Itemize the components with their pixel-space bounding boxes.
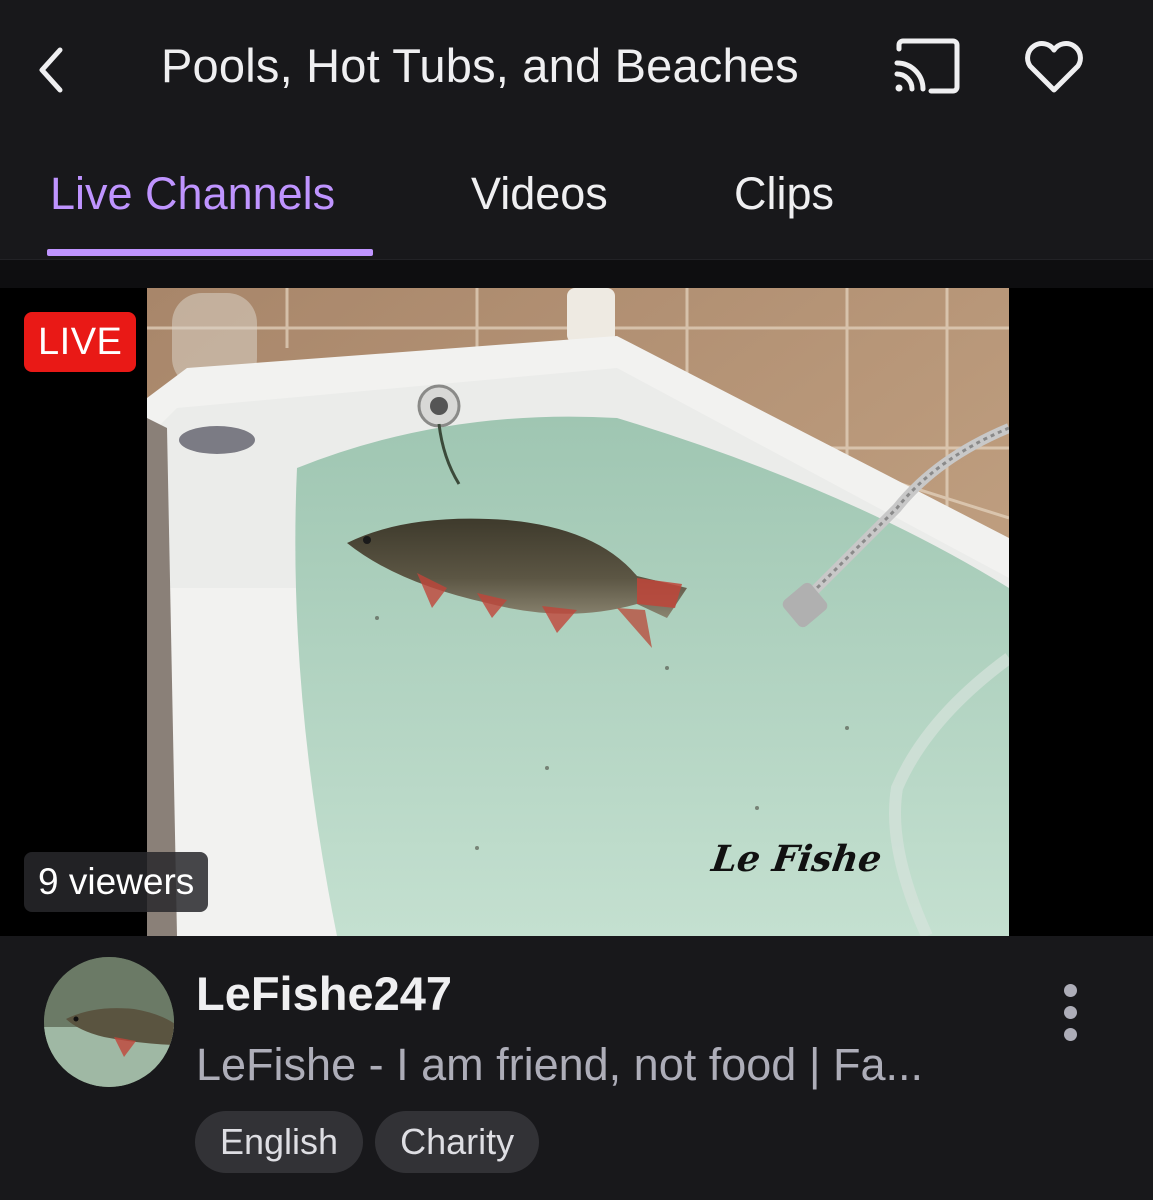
tag-english[interactable]: English [195, 1111, 364, 1173]
chevron-left-icon [39, 47, 63, 93]
stream-title[interactable]: LeFishe - I am friend, not food | Fa... [196, 1039, 1016, 1091]
tag-charity[interactable]: Charity [375, 1111, 540, 1173]
tab-live-channels[interactable]: Live Channels [50, 168, 335, 220]
stream-thumbnail: Le Fishe [147, 288, 1009, 936]
channel-avatar[interactable] [44, 957, 174, 1087]
page-title: Pools, Hot Tubs, and Beaches [161, 39, 799, 92]
more-vertical-icon [1063, 983, 1077, 997]
channel-name[interactable]: LeFishe247 [196, 966, 452, 1021]
viewer-count-badge: 9 viewers [24, 852, 209, 912]
stream-preview[interactable]: Le Fishe LIVE 9 viewers [0, 288, 1153, 936]
category-tabs: Live Channels Videos Clips [0, 132, 1153, 260]
category-page: Pools, Hot Tubs, and Beaches Live Channe… [0, 0, 1153, 1200]
live-badge: LIVE [24, 312, 137, 372]
thumbnail-watermark: Le Fishe [709, 838, 885, 880]
back-button[interactable] [24, 38, 80, 102]
follow-button[interactable] [1016, 32, 1092, 100]
cast-button[interactable] [888, 32, 964, 100]
active-tab-indicator [47, 249, 373, 256]
heart-outline-icon [1025, 41, 1083, 93]
cast-icon [894, 38, 960, 94]
stream-info: LeFishe247 LeFishe - I am friend, not fo… [0, 936, 1153, 1200]
top-bar: Pools, Hot Tubs, and Beaches [0, 0, 1153, 132]
tab-clips[interactable]: Clips [734, 168, 834, 220]
tab-videos[interactable]: Videos [471, 168, 608, 220]
more-options-button[interactable] [1046, 962, 1094, 1062]
spacer [0, 260, 1153, 288]
stream-tags: English Charity [195, 1111, 540, 1173]
